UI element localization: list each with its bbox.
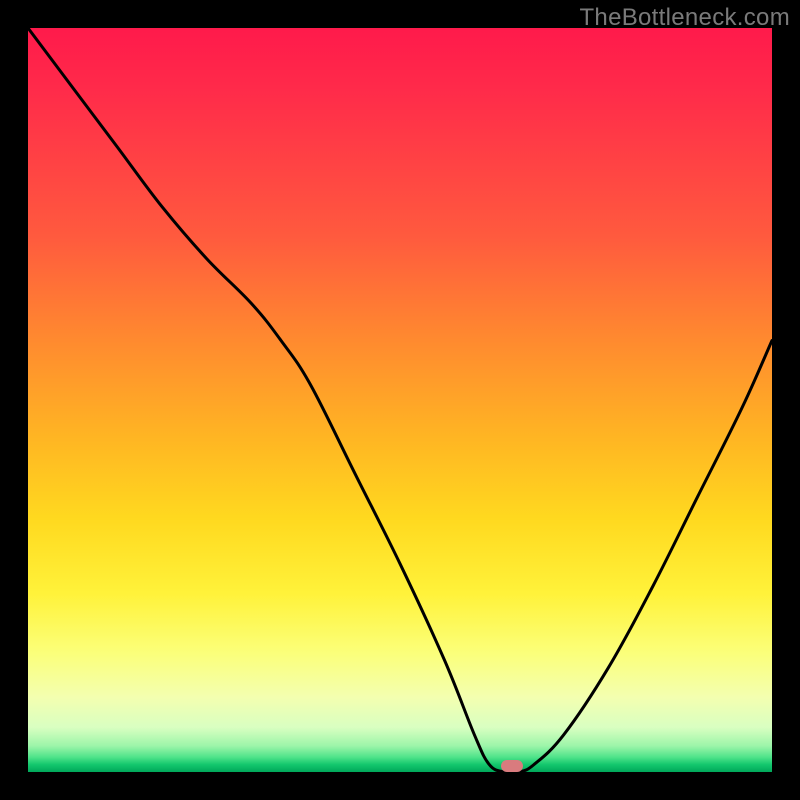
bottleneck-curve (28, 28, 772, 772)
chart-frame: TheBottleneck.com (0, 0, 800, 800)
watermark-text: TheBottleneck.com (579, 4, 790, 32)
optimum-marker (501, 760, 523, 772)
plot-area (28, 28, 772, 772)
curve-path (28, 28, 772, 772)
